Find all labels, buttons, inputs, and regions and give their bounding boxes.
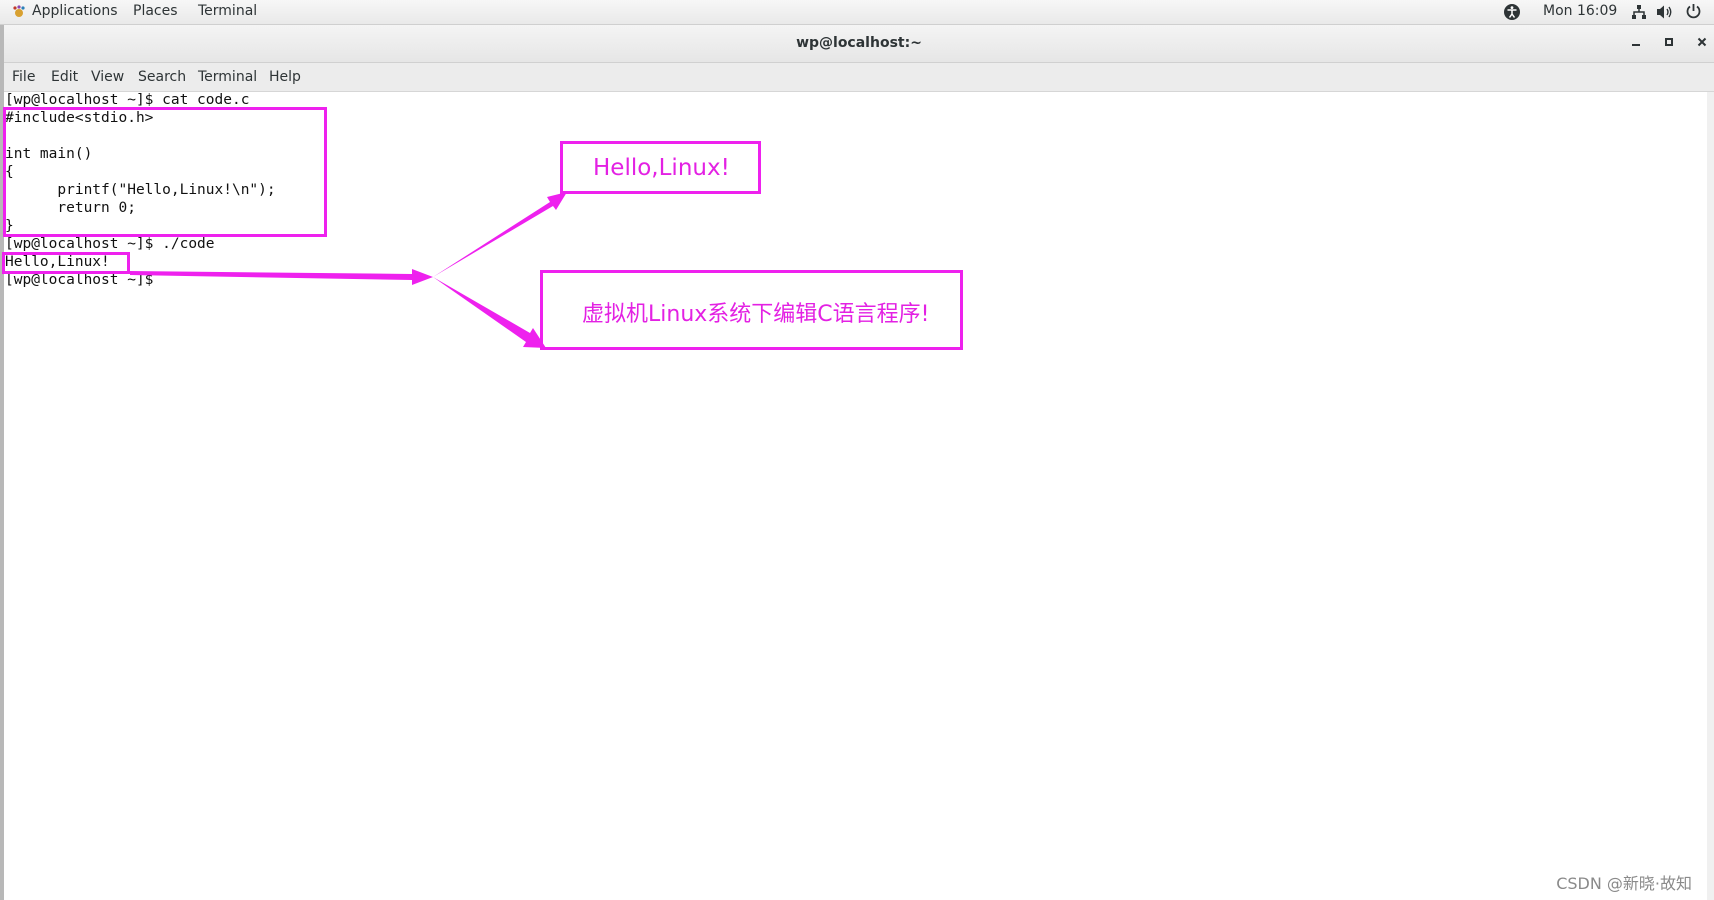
watermark: CSDN @新晓·故知 — [1556, 874, 1692, 893]
arrow-to-output-label — [433, 192, 567, 277]
arrow-to-center — [130, 269, 433, 285]
annotation-arrows — [130, 192, 567, 348]
arrow-to-caption — [433, 277, 546, 348]
